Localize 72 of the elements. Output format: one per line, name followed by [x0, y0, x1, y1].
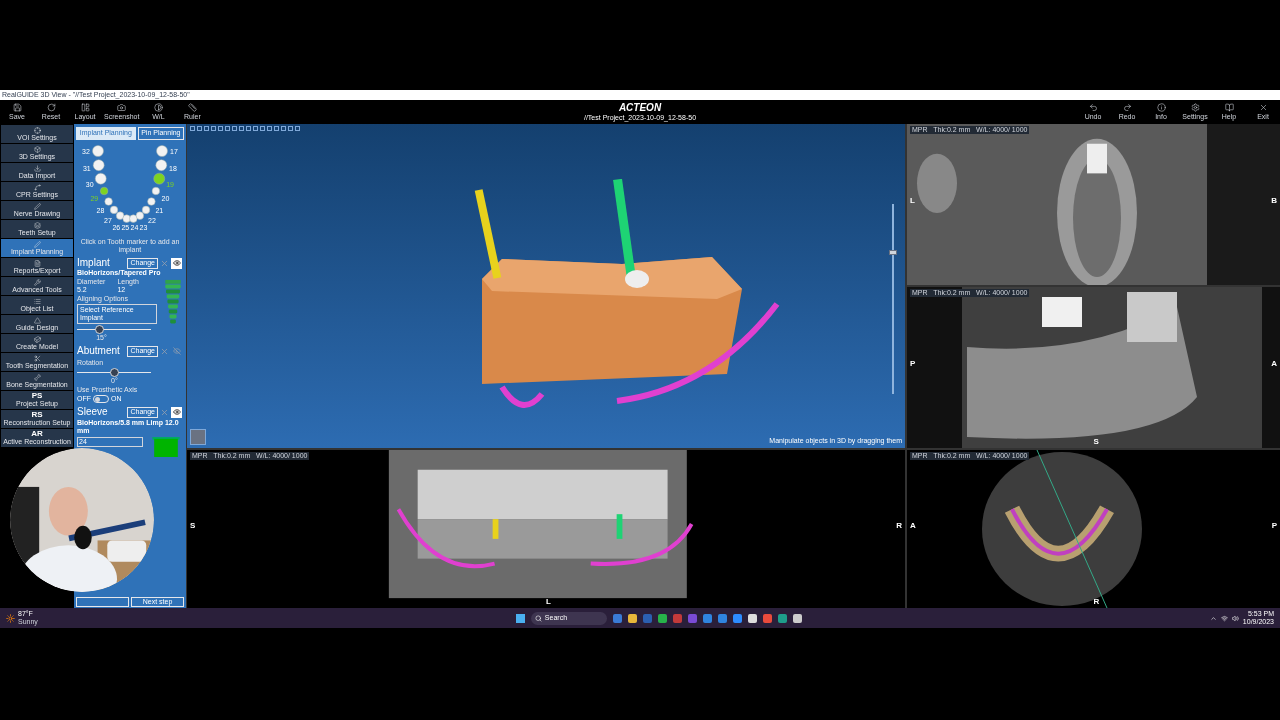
tooth-marker[interactable] [122, 214, 131, 223]
orientation-label: R [896, 521, 902, 531]
slider-thumb[interactable] [889, 249, 897, 255]
tooth-marker[interactable] [104, 197, 113, 206]
orientation-label: B [1271, 196, 1277, 206]
zoom-slider[interactable] [889, 204, 897, 394]
wifi-icon[interactable] [1220, 614, 1228, 622]
tooth-marker[interactable] [92, 159, 105, 171]
orientation-label: A [1271, 359, 1277, 369]
tooth-marker[interactable] [109, 205, 119, 214]
step-button[interactable] [76, 597, 129, 607]
pen-icon [33, 202, 41, 210]
wrench-icon [33, 278, 41, 286]
close-icon [1258, 103, 1268, 112]
visibility-toggle[interactable] [171, 406, 182, 418]
tooth-marker[interactable] [141, 205, 151, 214]
sleeve-icon [151, 437, 181, 457]
scissors-icon [33, 354, 41, 362]
slider[interactable] [77, 325, 151, 334]
orientation-label: P [1271, 521, 1277, 531]
tooth-marker[interactable] [95, 172, 107, 185]
tooth-marker[interactable] [153, 172, 165, 185]
tooth-marker[interactable] [92, 145, 104, 157]
slider[interactable] [77, 368, 151, 377]
camera-icon [117, 103, 127, 112]
layers-icon [33, 221, 41, 229]
tooth-marker[interactable] [156, 145, 168, 157]
orientation-label: P [910, 359, 916, 369]
tooth-marker[interactable] [100, 186, 109, 195]
save-icon [12, 103, 22, 112]
section-title: Sleeve [77, 406, 108, 418]
section-title: Implant [77, 257, 110, 269]
orientation-label: L [910, 196, 915, 206]
info-icon [1156, 103, 1166, 112]
orientation-label: R [1093, 597, 1100, 606]
tooth-marker[interactable] [155, 159, 168, 171]
visibility-toggle[interactable] [171, 345, 182, 357]
book-icon [1224, 103, 1234, 112]
undo-icon [1088, 103, 1098, 112]
volume-icon[interactable] [1231, 614, 1239, 622]
redo-icon [1122, 103, 1132, 112]
start-icon[interactable] [515, 613, 525, 623]
ruler-icon [187, 103, 197, 112]
search-icon [534, 614, 542, 622]
visibility-toggle[interactable] [171, 257, 182, 269]
curve-icon [33, 183, 41, 191]
brand-logo: ACTEON [618, 102, 662, 113]
settings-icon [1190, 103, 1200, 112]
tooth-marker[interactable] [135, 211, 144, 220]
layout-icon [80, 103, 90, 112]
weather-icon [6, 613, 15, 623]
triangle-icon [33, 316, 41, 324]
download-icon [33, 164, 41, 172]
tooth-marker[interactable] [116, 211, 125, 220]
tooth-marker[interactable] [151, 186, 160, 195]
document-icon [33, 259, 41, 267]
orientation-label: L [546, 597, 551, 606]
cube-icon [33, 145, 41, 153]
tooth-marker[interactable] [129, 214, 138, 223]
orientation-label: A [910, 521, 916, 531]
orientation-label: S [190, 521, 196, 531]
list-icon [33, 297, 41, 305]
tooth-marker[interactable] [147, 197, 156, 206]
cuboid-icon [33, 335, 41, 343]
section-title: Abutment [77, 345, 120, 357]
reset-icon [46, 103, 56, 112]
pen-icon [33, 240, 41, 248]
bone-icon [33, 373, 41, 381]
orientation-label: S [1093, 437, 1099, 446]
tray-expand-icon[interactable] [1209, 614, 1217, 622]
crosshair-icon [33, 126, 41, 134]
contrast-icon [153, 103, 163, 112]
